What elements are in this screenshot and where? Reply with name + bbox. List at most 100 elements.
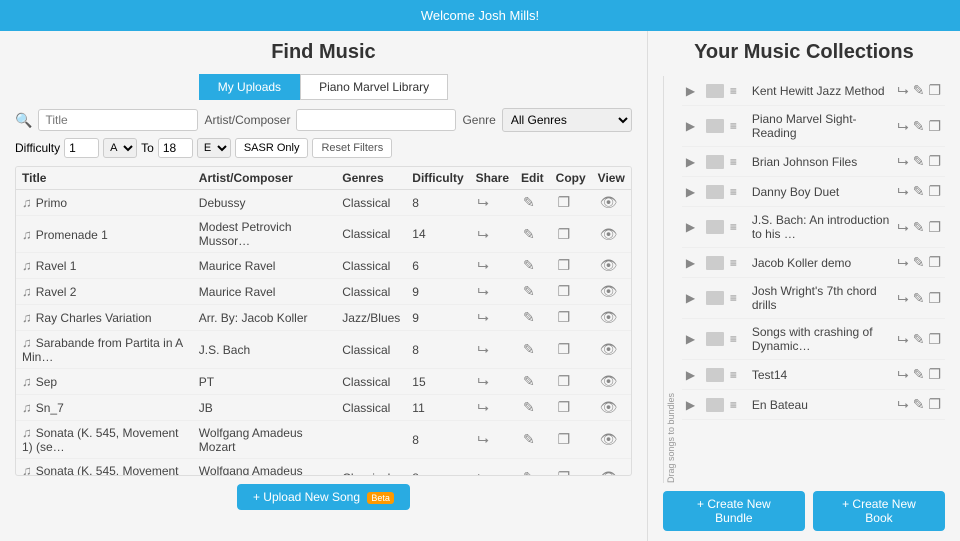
song-view[interactable]: 👁 [592, 395, 631, 421]
reset-filters-button[interactable]: Reset Filters [312, 138, 392, 158]
edit-coll-icon[interactable]: ✎ [913, 118, 925, 135]
share-icon[interactable]: ⮡ [478, 399, 489, 416]
song-edit[interactable]: ✎ [515, 369, 550, 395]
song-share[interactable]: ⮡ [470, 459, 515, 477]
song-copy[interactable]: ❐ [550, 279, 592, 305]
song-view[interactable]: 👁 [592, 369, 631, 395]
song-edit[interactable]: ✎ [515, 459, 550, 477]
play-icon[interactable]: ▶ [686, 332, 700, 346]
song-share[interactable]: ⮡ [470, 421, 515, 459]
tab-piano-marvel[interactable]: Piano Marvel Library [300, 74, 448, 100]
copy-coll-icon[interactable]: ❐ [928, 118, 941, 135]
share-coll-icon[interactable]: ⮡ [898, 331, 909, 348]
copy-icon[interactable]: ❐ [558, 226, 571, 243]
song-view[interactable]: 👁 [592, 279, 631, 305]
song-copy[interactable]: ❐ [550, 216, 592, 253]
song-share[interactable]: ⮡ [470, 369, 515, 395]
share-icon[interactable]: ⮡ [478, 283, 489, 300]
title-search-input[interactable] [38, 109, 198, 131]
share-coll-icon[interactable]: ⮡ [898, 254, 909, 271]
upload-song-button[interactable]: + Upload New Song Beta [237, 484, 410, 510]
view-icon[interactable]: 👁 [600, 226, 618, 243]
share-coll-icon[interactable]: ⮡ [898, 290, 909, 307]
play-icon[interactable]: ▶ [686, 256, 700, 270]
share-icon[interactable]: ⮡ [478, 194, 489, 211]
song-view[interactable]: 👁 [592, 216, 631, 253]
difficulty-from-input[interactable] [64, 138, 99, 158]
song-view[interactable]: 👁 [592, 253, 631, 279]
song-edit[interactable]: ✎ [515, 253, 550, 279]
edit-coll-icon[interactable]: ✎ [913, 183, 925, 200]
song-share[interactable]: ⮡ [470, 279, 515, 305]
share-icon[interactable]: ⮡ [478, 469, 489, 476]
edit-icon[interactable]: ✎ [523, 309, 535, 326]
copy-icon[interactable]: ❐ [558, 341, 571, 358]
song-share[interactable]: ⮡ [470, 190, 515, 216]
sasr-only-button[interactable]: SASR Only [235, 138, 309, 158]
share-coll-icon[interactable]: ⮡ [898, 153, 909, 170]
song-copy[interactable]: ❐ [550, 253, 592, 279]
song-share[interactable]: ⮡ [470, 331, 515, 369]
copy-coll-icon[interactable]: ❐ [928, 396, 941, 413]
song-edit[interactable]: ✎ [515, 190, 550, 216]
genre-select[interactable]: All Genres Classical Jazz/Blues [502, 108, 632, 132]
play-icon[interactable]: ▶ [686, 368, 700, 382]
play-icon[interactable]: ▶ [686, 220, 700, 234]
share-icon[interactable]: ⮡ [478, 373, 489, 390]
edit-coll-icon[interactable]: ✎ [913, 366, 925, 383]
song-edit[interactable]: ✎ [515, 305, 550, 331]
edit-icon[interactable]: ✎ [523, 283, 535, 300]
share-coll-icon[interactable]: ⮡ [898, 183, 909, 200]
song-copy[interactable]: ❐ [550, 305, 592, 331]
copy-icon[interactable]: ❐ [558, 257, 571, 274]
view-icon[interactable]: 👁 [600, 309, 618, 326]
edit-icon[interactable]: ✎ [523, 431, 535, 448]
view-icon[interactable]: 👁 [600, 341, 618, 358]
share-coll-icon[interactable]: ⮡ [898, 366, 909, 383]
play-icon[interactable]: ▶ [686, 398, 700, 412]
tab-my-uploads[interactable]: My Uploads [199, 74, 300, 100]
edit-coll-icon[interactable]: ✎ [913, 254, 925, 271]
share-coll-icon[interactable]: ⮡ [898, 396, 909, 413]
edit-coll-icon[interactable]: ✎ [913, 331, 925, 348]
copy-icon[interactable]: ❐ [558, 194, 571, 211]
share-coll-icon[interactable]: ⮡ [898, 82, 909, 99]
song-view[interactable]: 👁 [592, 190, 631, 216]
edit-icon[interactable]: ✎ [523, 341, 535, 358]
song-copy[interactable]: ❐ [550, 421, 592, 459]
song-view[interactable]: 👁 [592, 421, 631, 459]
edit-coll-icon[interactable]: ✎ [913, 82, 925, 99]
song-share[interactable]: ⮡ [470, 216, 515, 253]
copy-coll-icon[interactable]: ❐ [928, 183, 941, 200]
play-icon[interactable]: ▶ [686, 291, 700, 305]
song-edit[interactable]: ✎ [515, 216, 550, 253]
edit-coll-icon[interactable]: ✎ [913, 396, 925, 413]
share-icon[interactable]: ⮡ [478, 431, 489, 448]
edit-coll-icon[interactable]: ✎ [913, 290, 925, 307]
edit-coll-icon[interactable]: ✎ [913, 153, 925, 170]
copy-coll-icon[interactable]: ❐ [928, 290, 941, 307]
share-icon[interactable]: ⮡ [478, 226, 489, 243]
create-bundle-button[interactable]: + Create New Bundle [663, 491, 805, 531]
copy-coll-icon[interactable]: ❐ [928, 219, 941, 236]
edit-icon[interactable]: ✎ [523, 469, 535, 476]
view-icon[interactable]: 👁 [600, 283, 618, 300]
play-icon[interactable]: ▶ [686, 185, 700, 199]
copy-icon[interactable]: ❐ [558, 431, 571, 448]
song-view[interactable]: 👁 [592, 459, 631, 477]
copy-icon[interactable]: ❐ [558, 309, 571, 326]
view-icon[interactable]: 👁 [600, 194, 618, 211]
edit-icon[interactable]: ✎ [523, 399, 535, 416]
song-copy[interactable]: ❐ [550, 190, 592, 216]
song-edit[interactable]: ✎ [515, 395, 550, 421]
song-copy[interactable]: ❐ [550, 369, 592, 395]
share-coll-icon[interactable]: ⮡ [898, 219, 909, 236]
share-icon[interactable]: ⮡ [478, 257, 489, 274]
song-copy[interactable]: ❐ [550, 395, 592, 421]
copy-coll-icon[interactable]: ❐ [928, 82, 941, 99]
play-icon[interactable]: ▶ [686, 84, 700, 98]
edit-icon[interactable]: ✎ [523, 257, 535, 274]
difficulty-to-letter[interactable]: ABCDE [197, 138, 231, 158]
view-icon[interactable]: 👁 [600, 431, 618, 448]
difficulty-to-input[interactable] [158, 138, 193, 158]
